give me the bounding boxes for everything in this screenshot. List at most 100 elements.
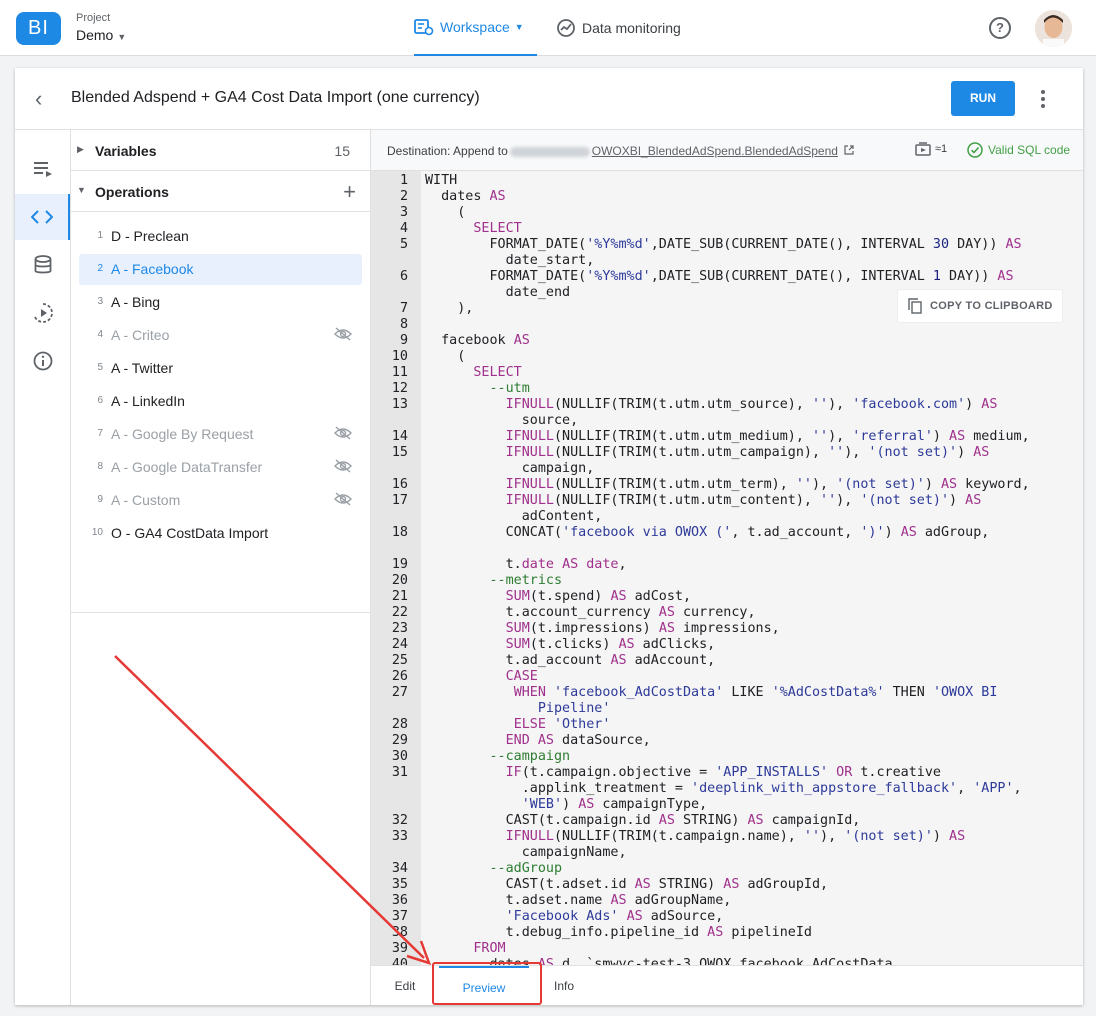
code-area[interactable]: 1 WITH 2 dates AS 3 (4 SELECT 5 FORMAT_DATE(… bbox=[371, 171, 1083, 965]
code-token: t.account_currency bbox=[425, 605, 659, 620]
operation-item[interactable]: 2 A - Facebook bbox=[79, 254, 362, 285]
code-line: 16 IFNULL(NULLIF(TRIM(t.utm.utm_term), '… bbox=[371, 477, 1083, 493]
code-token: WITH bbox=[425, 173, 458, 188]
add-operation-icon[interactable]: + bbox=[343, 179, 356, 205]
line-number: 38 bbox=[391, 925, 408, 940]
visibility-off-icon[interactable] bbox=[334, 459, 352, 473]
code-token: ,DATE_SUB(CURRENT_DATE(), INTERVAL bbox=[650, 237, 933, 252]
chevron-down-icon: ▼ bbox=[117, 32, 127, 42]
code-token: '%Y%m%d' bbox=[586, 237, 651, 252]
operation-item[interactable]: 4 A - Criteo bbox=[79, 320, 362, 351]
code-token: 'deeplink_with_appstore_fallback' bbox=[691, 781, 958, 796]
code-line: 5 FORMAT_DATE('%Y%m%d',DATE_SUB(CURRENT_… bbox=[371, 237, 1083, 253]
tab-info[interactable]: Info bbox=[547, 966, 581, 1006]
line-number: 33 bbox=[391, 829, 408, 844]
code-token: (NULLIF(TRIM(t.utm.utm_content), bbox=[554, 493, 821, 508]
run-button[interactable]: RUN bbox=[951, 81, 1015, 116]
code-token: IFNULL bbox=[505, 829, 554, 844]
code-token: (NULLIF(TRIM(t.utm.utm_source), bbox=[554, 397, 812, 412]
operation-name: O - GA4 CostData Import bbox=[111, 525, 269, 541]
code-token: LIKE bbox=[723, 685, 772, 700]
project-caption: Project bbox=[76, 12, 111, 24]
copy-to-clipboard-button[interactable]: COPY TO CLIPBOARD bbox=[897, 289, 1063, 323]
operation-item[interactable]: 9 A - Custom bbox=[79, 485, 362, 516]
operation-item[interactable]: 7 A - Google By Request bbox=[79, 419, 362, 450]
help-icon[interactable]: ? bbox=[989, 17, 1011, 39]
code-token: IFNULL bbox=[505, 477, 554, 492]
visibility-off-icon[interactable] bbox=[334, 492, 352, 506]
code-token: (NULLIF(TRIM(t.campaign.name), bbox=[554, 829, 804, 844]
left-rail bbox=[15, 130, 71, 1005]
variables-count: 15 bbox=[334, 143, 350, 159]
query-card: ‹ Blended Adspend + GA4 Cost Data Import… bbox=[15, 68, 1083, 1005]
line-number: 13 bbox=[391, 397, 408, 412]
code-token: IFNULL bbox=[505, 445, 554, 460]
code-token: --campaign bbox=[489, 749, 571, 764]
rail-item-queue[interactable] bbox=[15, 146, 70, 192]
code-token: adGroupId, bbox=[739, 877, 829, 892]
code-token: t.debug_info.pipeline_id bbox=[425, 925, 708, 940]
operation-number: 10 bbox=[91, 527, 103, 538]
nav-tab-workspace[interactable]: Workspace ▼ bbox=[414, 0, 537, 56]
visibility-off-icon[interactable] bbox=[334, 327, 352, 341]
operation-item[interactable]: 5 A - Twitter bbox=[79, 353, 362, 384]
code-token: IF bbox=[505, 765, 522, 780]
visibility-off-icon[interactable] bbox=[334, 426, 352, 440]
line-number: 40 bbox=[391, 957, 408, 965]
avatar[interactable] bbox=[1035, 10, 1072, 47]
code-token: '' bbox=[795, 477, 812, 492]
operation-item[interactable]: 3 A - Bing bbox=[79, 287, 362, 318]
rail-item-info[interactable] bbox=[15, 338, 70, 384]
rail-item-schedule[interactable] bbox=[15, 290, 70, 336]
back-arrow-icon[interactable]: ‹ bbox=[35, 88, 42, 110]
variables-section-header[interactable]: ▶ Variables 15 bbox=[71, 130, 370, 171]
code-line: 21 SUM(t.spend) AS adCost, bbox=[371, 589, 1083, 605]
code-line: source, bbox=[371, 413, 1083, 429]
code-token: t.creative bbox=[852, 765, 941, 780]
external-link-icon[interactable] bbox=[844, 145, 854, 155]
monitoring-icon bbox=[557, 19, 575, 37]
destination-prefix: Destination: Append to bbox=[387, 144, 508, 158]
nav-tab-data-monitoring[interactable]: Data monitoring bbox=[556, 0, 681, 56]
code-token: ,DATE_SUB(CURRENT_DATE(), INTERVAL bbox=[650, 269, 933, 284]
owox-bi-logo[interactable]: BI bbox=[16, 12, 61, 45]
operation-item[interactable]: 8 A - Google DataTransfer bbox=[79, 452, 362, 483]
line-number: 10 bbox=[391, 349, 408, 364]
code-token: ( bbox=[425, 205, 466, 220]
code-token: 30 bbox=[932, 237, 950, 252]
code-token: --utm bbox=[489, 381, 530, 396]
operations-section-header[interactable]: ▼ Operations + bbox=[71, 171, 370, 212]
code-token: FORMAT_DATE( bbox=[425, 237, 587, 252]
operation-item[interactable]: 6 A - LinkedIn bbox=[79, 386, 362, 417]
code-token: --metrics bbox=[489, 573, 563, 588]
code-text: CAST(t.adset.id AS STRING) AS adGroupId, bbox=[425, 877, 829, 893]
line-number: 2 bbox=[399, 189, 408, 204]
annotation-highlight-box bbox=[432, 962, 542, 1005]
code-line: 38 t.debug_info.pipeline_id AS pipelineI… bbox=[371, 925, 1083, 941]
operation-item[interactable]: 10 O - GA4 CostData Import bbox=[79, 518, 362, 549]
tab-edit[interactable]: Edit bbox=[385, 966, 425, 1006]
code-line: date_start, bbox=[371, 253, 1083, 269]
code-token: '(not set)' bbox=[868, 445, 958, 460]
operation-item[interactable]: 1 D - Preclean bbox=[79, 221, 362, 252]
code-text: t.adset.name AS adGroupName, bbox=[425, 893, 732, 909]
code-token: AS bbox=[610, 893, 627, 908]
code-token: AS bbox=[537, 733, 554, 748]
destination-table-link[interactable]: OWOXBI_BlendedAdSpend.BlendedAdSpend bbox=[592, 144, 838, 158]
more-options-icon[interactable] bbox=[1039, 88, 1047, 110]
code-line: 35 CAST(t.adset.id AS STRING) AS adGroup… bbox=[371, 877, 1083, 893]
code-token: SELECT bbox=[473, 365, 522, 380]
rail-item-code[interactable] bbox=[15, 194, 70, 240]
code-text: date_start, bbox=[425, 253, 595, 269]
project-selector[interactable]: Demo ▼ bbox=[76, 27, 126, 43]
line-number: 29 bbox=[391, 733, 408, 748]
rail-item-database[interactable] bbox=[15, 242, 70, 288]
code-token: IFNULL bbox=[505, 397, 554, 412]
code-token: campaignId, bbox=[763, 813, 861, 828]
